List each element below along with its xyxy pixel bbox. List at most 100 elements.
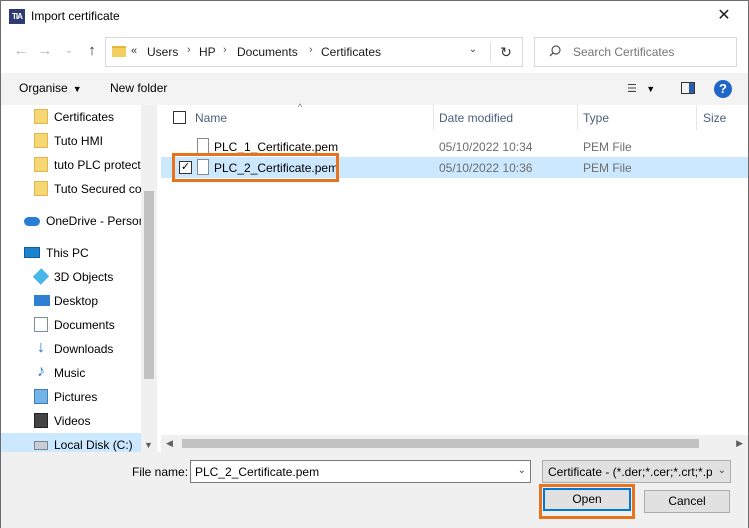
search-box[interactable]	[534, 37, 737, 67]
chevron-down-icon[interactable]: ⌄	[718, 465, 726, 476]
refresh-icon[interactable]: ↻	[496, 42, 516, 62]
file-icon	[197, 159, 209, 175]
address-bar[interactable]: « Users › HP › Documents › Certificates …	[105, 37, 523, 67]
back-arrow-icon[interactable]: ←	[10, 40, 32, 62]
nav-item-label: Local Disk (C:)	[54, 438, 133, 452]
scrollbar-thumb[interactable]	[182, 439, 699, 448]
file-date-modified: 05/10/2022 10:34	[439, 140, 533, 154]
nav-item-label: Downloads	[54, 342, 114, 356]
column-header-size[interactable]: Size	[703, 111, 726, 125]
nav-item-desktop[interactable]: Desktop	[1, 289, 141, 313]
nav-item-certificates[interactable]: Certificates	[1, 105, 141, 129]
nav-item-pictures[interactable]: Pictures	[1, 385, 141, 409]
column-header-date-modified[interactable]: Date modified	[439, 111, 513, 125]
file-row[interactable]: PLC_1_Certificate.pem 05/10/2022 10:34 P…	[161, 136, 748, 157]
file-date-modified: 05/10/2022 10:36	[439, 161, 533, 175]
search-icon	[549, 45, 561, 57]
nav-item-label: OneDrive - Person	[46, 214, 146, 228]
open-button[interactable]: Open	[543, 488, 631, 511]
scroll-down-arrow-icon[interactable]: ▼	[144, 440, 153, 450]
nav-item-label: Pictures	[54, 390, 98, 404]
column-divider[interactable]	[577, 105, 578, 130]
nav-item-tuto-secured[interactable]: Tuto Secured co	[1, 177, 142, 201]
command-toolbar: Organise ▼ New folder ☰ ▼ ?	[1, 73, 748, 105]
desktop-icon	[34, 295, 50, 306]
column-header-name[interactable]: Name	[195, 111, 227, 125]
nav-pane-scrollbar[interactable]: ▼	[141, 105, 157, 452]
new-folder-button[interactable]: New folder	[110, 81, 167, 95]
help-icon[interactable]: ?	[714, 80, 732, 98]
breadcrumb-users[interactable]: Users	[147, 45, 178, 59]
scroll-left-arrow-icon[interactable]: ◀	[166, 438, 173, 449]
nav-item-label: This PC	[46, 246, 89, 260]
documents-icon	[34, 317, 48, 332]
sort-ascending-icon: ^	[298, 102, 303, 112]
up-arrow-icon[interactable]: ↑	[81, 40, 103, 62]
nav-item-downloads[interactable]: ↓ Downloads	[1, 337, 141, 361]
address-overflow-chevrons[interactable]: «	[131, 45, 137, 57]
breadcrumb-separator-icon[interactable]: ›	[223, 44, 227, 56]
tia-portal-icon: TIA	[9, 9, 25, 24]
scrollbar-thumb[interactable]	[144, 191, 154, 379]
nav-item-local-disk[interactable]: Local Disk (C:)	[1, 433, 141, 452]
nav-item-videos[interactable]: Videos	[1, 409, 141, 433]
navigation-bar: ← → ⌄ ↑ « Users › HP › Documents › Certi…	[1, 34, 748, 70]
scroll-right-arrow-icon[interactable]: ▶	[736, 438, 743, 449]
pc-icon	[24, 247, 40, 258]
row-checkbox[interactable]: ✓	[179, 161, 192, 174]
file-type: PEM File	[583, 140, 632, 154]
nav-item-this-pc[interactable]: This PC	[1, 241, 141, 265]
file-icon	[197, 138, 209, 154]
nav-item-onedrive[interactable]: OneDrive - Person	[1, 209, 145, 233]
chevron-down-icon[interactable]: ⌄	[518, 465, 526, 476]
nav-item-tuto-plc-protect[interactable]: tuto PLC protect	[1, 153, 141, 177]
nav-item-label: tuto PLC protect	[54, 158, 141, 172]
file-name: PLC_2_Certificate.pem	[214, 161, 339, 175]
breadcrumb-hp[interactable]: HP	[199, 45, 216, 59]
breadcrumb-certificates[interactable]: Certificates	[321, 45, 381, 59]
title-bar: TIA Import certificate ✕	[1, 1, 748, 32]
dialog-footer: File name: PLC_2_Certificate.pem ⌄ Certi…	[1, 452, 748, 528]
file-name-field[interactable]: PLC_2_Certificate.pem ⌄	[190, 460, 531, 483]
close-button[interactable]: ✕	[704, 1, 744, 31]
nav-item-documents[interactable]: Documents	[1, 313, 141, 337]
change-view-button[interactable]: ☰ ▼	[627, 81, 655, 95]
nav-item-label: 3D Objects	[54, 270, 114, 284]
file-name: PLC_1_Certificate.pem	[214, 140, 339, 154]
column-header-type[interactable]: Type	[583, 111, 609, 125]
file-list-horizontal-scrollbar[interactable]: ◀ ▶	[161, 435, 748, 452]
nav-item-label: Documents	[54, 318, 115, 332]
disk-icon	[34, 441, 48, 450]
search-input[interactable]	[573, 44, 731, 60]
nav-item-label: Certificates	[54, 110, 115, 124]
column-divider[interactable]	[433, 105, 434, 130]
preview-pane-icon[interactable]	[681, 82, 695, 94]
nav-item-label: Music	[54, 366, 86, 380]
file-row[interactable]: ✓ PLC_2_Certificate.pem 05/10/2022 10:36…	[161, 157, 748, 178]
breadcrumb-documents[interactable]: Documents	[237, 45, 298, 59]
nav-item-label: Tuto HMI	[54, 134, 103, 148]
address-dropdown-icon[interactable]: ⌄	[463, 44, 483, 60]
organise-menu-button[interactable]: Organise ▼	[19, 81, 82, 95]
downloads-icon: ↓	[37, 339, 45, 356]
column-divider[interactable]	[696, 105, 697, 130]
cancel-button[interactable]: Cancel	[644, 490, 730, 513]
forward-arrow-icon[interactable]: →	[34, 40, 56, 62]
caret-down-icon: ▼	[646, 84, 656, 94]
select-all-checkbox[interactable]	[173, 111, 186, 124]
file-type-filter-value: Certificate - (*.der;*.cer;*.crt;*.p	[548, 465, 712, 479]
3d-objects-icon	[32, 268, 50, 285]
caret-down-icon: ▼	[72, 84, 82, 94]
file-type-filter-select[interactable]: Certificate - (*.der;*.cer;*.crt;*.p ⌄	[542, 460, 731, 483]
recent-locations-chevron-icon[interactable]: ⌄	[58, 40, 80, 62]
view-list-icon: ☰	[627, 83, 637, 95]
breadcrumb-separator-icon[interactable]: ›	[187, 44, 191, 56]
import-certificate-dialog: TIA Import certificate ✕ ← → ⌄ ↑ « Users…	[0, 0, 749, 528]
nav-item-3d-objects[interactable]: 3D Objects	[1, 265, 141, 289]
nav-item-label: Tuto Secured co	[54, 182, 142, 196]
nav-item-tuto-hmi[interactable]: Tuto HMI	[1, 129, 141, 153]
pictures-icon	[34, 389, 48, 404]
nav-item-music[interactable]: ♪ Music	[1, 361, 141, 385]
file-list: ^ Name Date modified Type Size PLC_1_Cer…	[161, 102, 748, 435]
breadcrumb-separator-icon[interactable]: ›	[309, 44, 313, 56]
